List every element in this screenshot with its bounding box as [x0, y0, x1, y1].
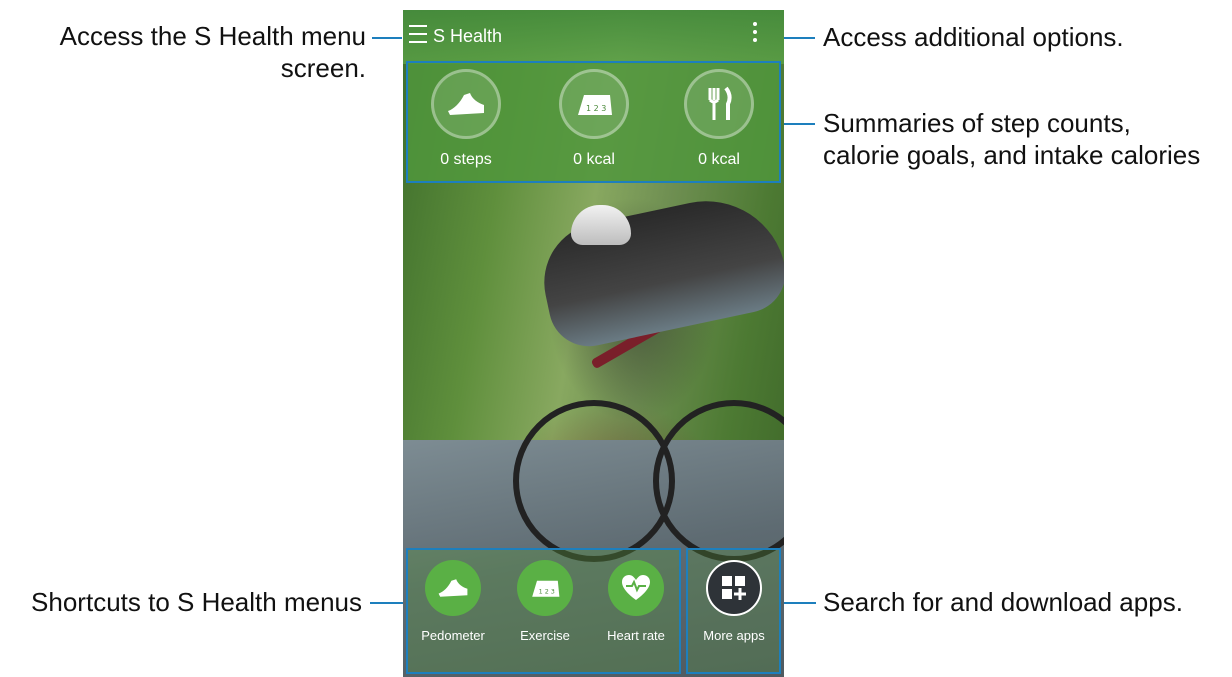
phone-screen: S Health 0 steps 1 2 3 0 kcal 0 kcal Ped… — [403, 10, 784, 677]
summary-panel: 0 steps 1 2 3 0 kcal 0 kcal — [406, 61, 781, 183]
shortcut-heart-rate-label: Heart rate — [607, 628, 665, 643]
exercise-track-icon: 1 2 3 — [517, 560, 573, 616]
svg-text:1 2 3: 1 2 3 — [539, 588, 555, 596]
more-apps-button[interactable]: More apps — [689, 560, 779, 643]
summaries-callout-line2: calorie goals, and intake calories — [823, 140, 1201, 170]
exercise-track-icon: 1 2 3 — [559, 69, 629, 139]
top-bar: S Health — [403, 10, 784, 64]
heart-rate-icon — [608, 560, 664, 616]
app-title: S Health — [433, 26, 503, 46]
summary-calorie-goal-label: 0 kcal — [573, 151, 615, 168]
shortcuts-callout: Shortcuts to S Health menus — [31, 587, 362, 617]
search-callout: Search for and download apps. — [823, 587, 1183, 617]
summaries-leader — [783, 123, 815, 125]
more-apps-panel: More apps — [686, 548, 781, 674]
shortcuts-panel: Pedometer 1 2 3 Exercise Heart rate — [406, 548, 681, 674]
shortcut-pedometer[interactable]: Pedometer — [408, 560, 498, 643]
summary-intake-label: 0 kcal — [698, 151, 740, 168]
options-callout: Access additional options. — [823, 22, 1124, 52]
shortcut-exercise-label: Exercise — [520, 628, 570, 643]
summaries-callout: Summaries of step counts, calorie goals,… — [823, 107, 1200, 171]
shortcuts-leader — [370, 602, 404, 604]
shoe-icon — [431, 69, 501, 139]
more-apps-label: More apps — [703, 628, 765, 643]
summary-steps[interactable]: 0 steps — [411, 69, 521, 169]
summary-calorie-goal[interactable]: 1 2 3 0 kcal — [539, 69, 649, 169]
fork-knife-icon — [684, 69, 754, 139]
svg-text:1 2 3: 1 2 3 — [586, 104, 606, 113]
shortcut-heart-rate[interactable]: Heart rate — [591, 560, 681, 643]
shortcut-exercise[interactable]: 1 2 3 Exercise — [500, 560, 590, 643]
more-options-icon[interactable] — [751, 22, 759, 50]
grid-plus-icon — [706, 560, 762, 616]
menu-callout-line1: Access the S Health menu — [59, 21, 366, 51]
menu-callout-line2: screen. — [280, 53, 366, 83]
shoe-icon — [425, 560, 481, 616]
search-leader — [782, 602, 816, 604]
shortcut-pedometer-label: Pedometer — [421, 628, 485, 643]
menu-leader — [372, 37, 402, 39]
summaries-callout-line1: Summaries of step counts, — [823, 108, 1131, 138]
menu-callout: Access the S Health menu screen. — [20, 20, 366, 84]
menu-icon[interactable] — [409, 25, 427, 43]
summary-steps-label: 0 steps — [440, 151, 492, 168]
summary-intake[interactable]: 0 kcal — [664, 69, 774, 169]
